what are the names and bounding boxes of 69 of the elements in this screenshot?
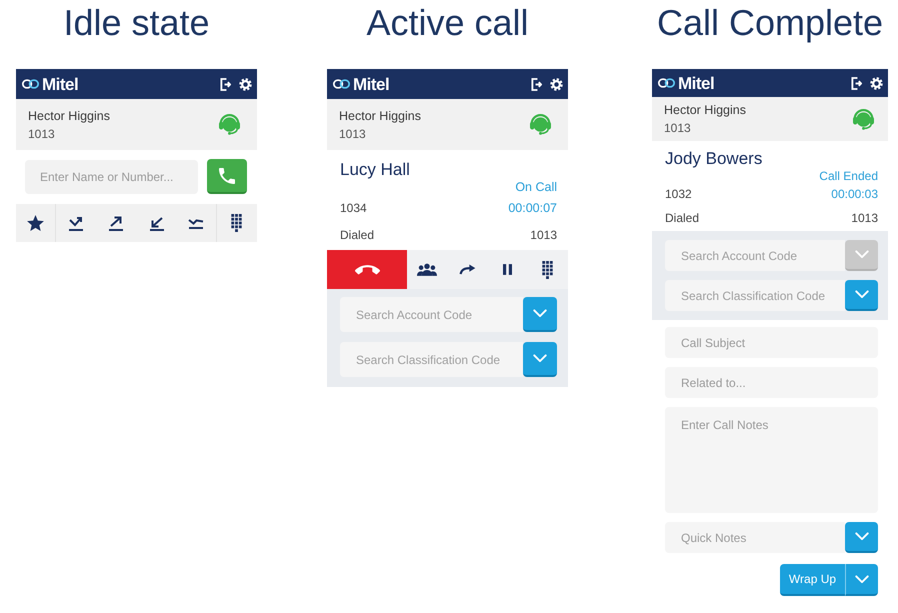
agent-name: Hector Higgins — [664, 102, 746, 118]
text-field[interactable]: Call Subject — [665, 327, 878, 358]
search-field[interactable]: Search Classification Code — [340, 342, 523, 377]
brand-name: Mitel — [678, 74, 714, 92]
logo-icon — [658, 78, 675, 88]
arrow-down-left-icon[interactable] — [148, 216, 165, 230]
call-duration: 00:00:07 — [508, 201, 557, 215]
notes-field[interactable]: Enter Call Notes — [665, 407, 878, 513]
wrap-up-button[interactable]: Wrap Up — [780, 564, 845, 596]
logout-icon[interactable] — [851, 76, 862, 90]
call-duration: 00:00:03 — [831, 187, 878, 201]
keypad-icon[interactable] — [542, 260, 552, 278]
handset-icon — [354, 264, 380, 274]
dropdown-button[interactable] — [845, 522, 878, 553]
caller-number: 1034 — [340, 201, 367, 215]
chevron-down-icon — [533, 354, 547, 363]
contact-name: Jody Bowers — [665, 149, 762, 169]
logout-icon[interactable] — [220, 78, 231, 90]
dropdown-button[interactable] — [523, 297, 557, 332]
chevron-down-icon — [854, 250, 868, 259]
settings-icon[interactable] — [870, 76, 883, 90]
call-direction: Dialed — [665, 211, 700, 225]
brand-name: Mitel — [353, 76, 390, 92]
chevron-down-icon — [854, 532, 868, 541]
logo-icon — [333, 79, 350, 89]
settings-icon[interactable] — [239, 78, 252, 90]
chevron-down-icon — [855, 574, 869, 584]
wave-line-icon[interactable] — [188, 217, 204, 229]
curved-arrow-icon[interactable] — [458, 264, 476, 275]
agent-extension: 1013 — [664, 120, 692, 136]
screen-title: Call Complete — [656, 5, 884, 45]
search-field[interactable]: Search Classification Code — [665, 280, 845, 311]
dialed-number: 1013 — [851, 211, 878, 225]
caller-number: 1032 — [665, 187, 692, 201]
agent-extension: 1013 — [28, 126, 56, 142]
call-status: On Call — [515, 180, 557, 194]
brand-name: Mitel — [42, 76, 78, 92]
call-status: Call Ended — [819, 169, 878, 183]
dropdown-button[interactable] — [845, 280, 878, 311]
agent-name: Hector Higgins — [28, 108, 110, 124]
arrow-up-right-icon[interactable] — [108, 216, 124, 230]
hang-up-button[interactable] — [327, 250, 407, 289]
agent-extension: 1013 — [339, 126, 367, 142]
search-field[interactable]: Search Account Code — [340, 297, 523, 332]
text-field[interactable]: Related to... — [665, 367, 878, 398]
screen-title: Idle state — [63, 5, 210, 45]
phone-icon — [219, 168, 235, 184]
headset-icon — [853, 108, 874, 130]
call-direction: Dialed — [340, 228, 374, 242]
pause-icon[interactable] — [502, 264, 512, 275]
headset-icon — [530, 114, 551, 135]
agent-name: Hector Higgins — [339, 108, 421, 124]
chevron-down-icon — [533, 309, 547, 318]
dropdown-field[interactable]: Quick Notes — [665, 522, 845, 553]
star-icon[interactable] — [27, 215, 44, 231]
contact-name: Lucy Hall — [340, 160, 410, 180]
dial-field[interactable]: Enter Name or Number... — [25, 160, 198, 194]
logout-icon[interactable] — [531, 78, 542, 90]
settings-icon[interactable] — [550, 78, 563, 90]
call-button[interactable] — [207, 159, 247, 194]
dropdown-button[interactable] — [523, 342, 557, 377]
people-group-icon[interactable] — [417, 263, 437, 276]
headset-icon — [219, 114, 240, 135]
chevron-down-icon — [854, 290, 868, 299]
logo-icon — [22, 79, 39, 89]
keypad-icon[interactable] — [231, 214, 242, 232]
dialed-number: 1013 — [530, 228, 557, 242]
dropdown-button[interactable] — [845, 564, 878, 596]
screen-title: Active call — [366, 5, 529, 45]
